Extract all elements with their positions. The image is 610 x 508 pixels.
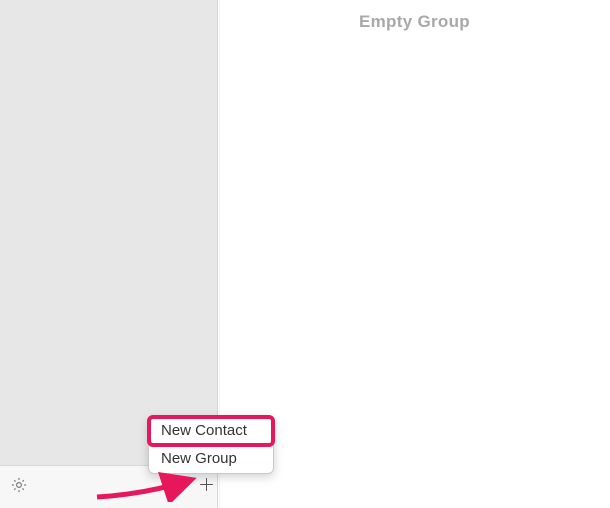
- sidebar: [0, 0, 218, 465]
- menu-item-new-contact[interactable]: New Contact: [149, 417, 273, 445]
- page-title: Empty Group: [219, 0, 610, 32]
- plus-icon: [198, 476, 215, 498]
- settings-button[interactable]: [6, 474, 32, 500]
- main-pane: Empty Group: [219, 0, 610, 508]
- add-menu: New Contact New Group: [148, 416, 274, 474]
- add-button[interactable]: [193, 474, 219, 500]
- menu-item-new-group[interactable]: New Group: [149, 445, 273, 473]
- app-frame: Empty Group New Contact New Group: [0, 0, 610, 508]
- gear-icon: [10, 476, 28, 499]
